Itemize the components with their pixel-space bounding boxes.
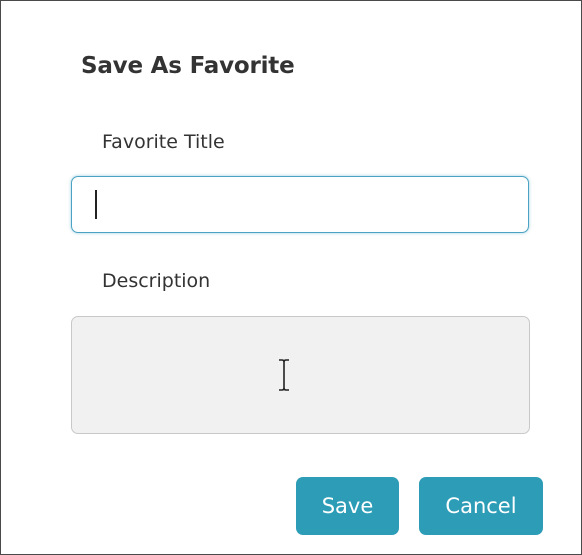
description-label: Description — [102, 270, 211, 292]
favorite-title-input[interactable] — [71, 176, 529, 233]
save-button[interactable]: Save — [296, 477, 399, 535]
cancel-button[interactable]: Cancel — [419, 477, 543, 535]
save-as-favorite-dialog: Save As Favorite Favorite Title Descript… — [0, 0, 582, 555]
dialog-title: Save As Favorite — [81, 53, 295, 79]
description-textarea[interactable] — [71, 316, 530, 434]
text-caret — [95, 190, 97, 219]
favorite-title-label: Favorite Title — [102, 131, 225, 153]
